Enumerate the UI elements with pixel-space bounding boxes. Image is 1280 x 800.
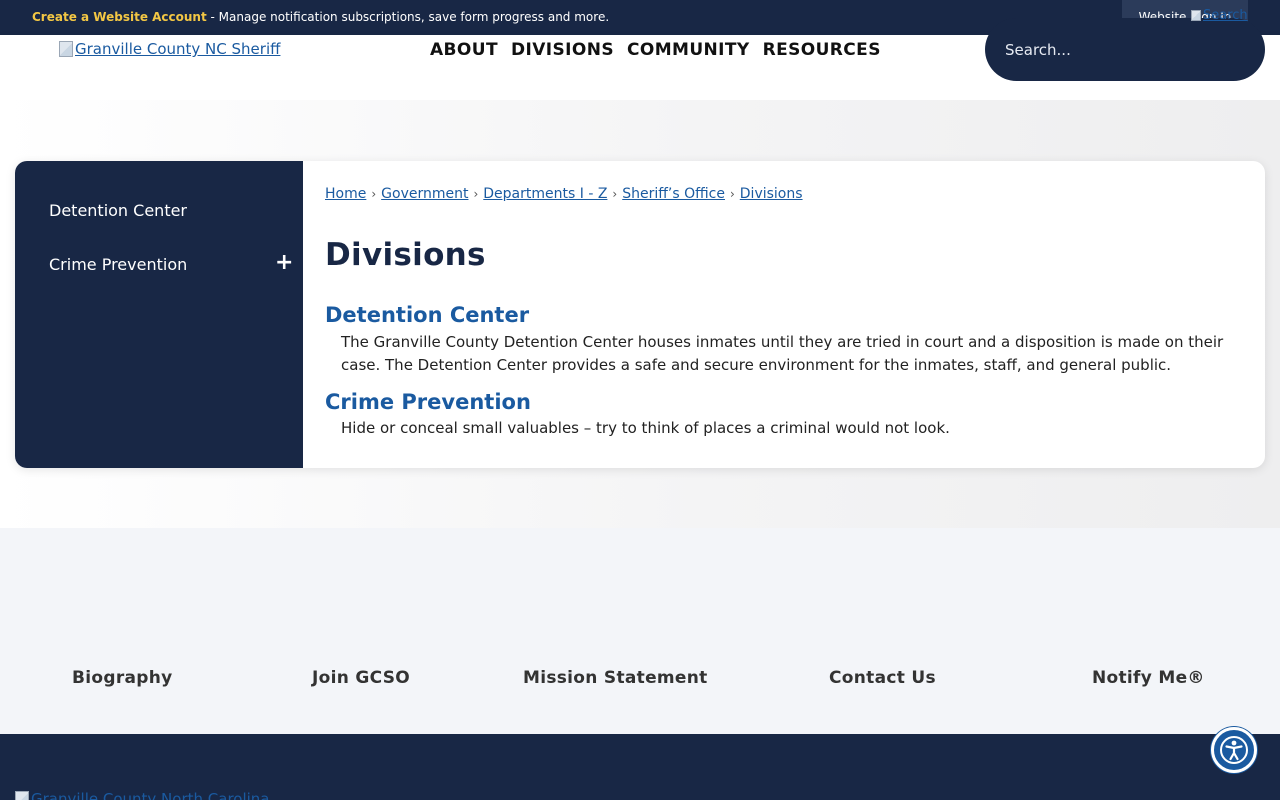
section-title-detention-center[interactable]: Detention Center — [325, 303, 529, 327]
footer-logo-alt: Granville County North Carolina — [31, 790, 270, 800]
footer-link-notify-me[interactable]: Notify Me® — [1092, 668, 1205, 688]
breadcrumb-divisions[interactable]: Divisions — [740, 186, 803, 202]
footer-link-mission-statement[interactable]: Mission Statement — [523, 668, 708, 688]
site-logo-link[interactable]: Granville County NC Sheriff — [59, 40, 280, 58]
footer-link-join-gcso[interactable]: Join GCSO — [312, 668, 410, 688]
footer-link-biography[interactable]: Biography — [72, 668, 173, 688]
site-header: Granville County NC Sheriff ABOUT DIVISI… — [0, 8, 1280, 100]
breadcrumb-sheriffs-office[interactable]: Sheriff’s Office — [622, 186, 725, 202]
search-input[interactable] — [1005, 40, 1205, 60]
accessibility-button[interactable] — [1211, 727, 1257, 773]
nav-about[interactable]: ABOUT — [430, 40, 498, 60]
broken-image-icon — [15, 791, 29, 800]
section-desc-detention-center: The Granville County Detention Center ho… — [341, 333, 1224, 374]
nav-divisions[interactable]: DIVISIONS — [511, 40, 614, 60]
breadcrumb-departments[interactable]: Departments I - Z — [483, 186, 607, 202]
breadcrumb-separator: › — [729, 187, 735, 201]
footer-link-contact-us[interactable]: Contact Us — [829, 668, 936, 688]
account-message: Create a Website Account - Manage notifi… — [32, 10, 609, 24]
breadcrumb-separator: › — [371, 187, 377, 201]
footer-logo-link[interactable]: Granville County North Carolina — [15, 790, 270, 800]
breadcrumb: Home › Government › Departments I - Z › Sherif… — [325, 186, 803, 202]
nav-community[interactable]: COMMUNITY — [627, 40, 750, 60]
sidebar-item-detention-center[interactable]: Detention Center — [49, 201, 187, 220]
search-icon — [1191, 10, 1201, 21]
section-desc-crime-prevention: Hide or conceal small valuables – try to… — [341, 419, 950, 437]
breadcrumb-home[interactable]: Home — [325, 186, 366, 202]
sidebar-item-crime-prevention[interactable]: Crime Prevention — [49, 255, 187, 274]
site-footer: Granville County North Carolina — [0, 734, 1280, 800]
content-card: Detention Center Crime Prevention + Home… — [15, 161, 1265, 468]
breadcrumb-separator: › — [612, 187, 618, 201]
breadcrumb-government[interactable]: Government — [381, 186, 468, 202]
accessibility-icon — [1220, 736, 1248, 764]
section-title-crime-prevention[interactable]: Crime Prevention — [325, 390, 531, 414]
page-title: Divisions — [325, 237, 486, 273]
footer-quick-links: Biography Join GCSO Mission Statement Co… — [0, 528, 1280, 734]
expand-plus-icon[interactable]: + — [275, 250, 293, 275]
site-logo-alt: Granville County NC Sheriff — [75, 40, 281, 58]
side-nav: Detention Center Crime Prevention + — [15, 161, 303, 468]
broken-image-icon — [59, 41, 73, 57]
create-account-link[interactable]: Create a Website Account — [32, 10, 207, 24]
main-nav: ABOUT DIVISIONS COMMUNITY RESOURCES — [430, 40, 881, 60]
nav-resources[interactable]: RESOURCES — [763, 40, 881, 60]
search-button[interactable]: Search — [1191, 8, 1248, 23]
search-button-label: Search — [1203, 8, 1248, 23]
account-message-text: - Manage notification subscriptions, sav… — [206, 10, 610, 24]
breadcrumb-separator: › — [473, 187, 479, 201]
search-box: Search — [985, 8, 1265, 81]
